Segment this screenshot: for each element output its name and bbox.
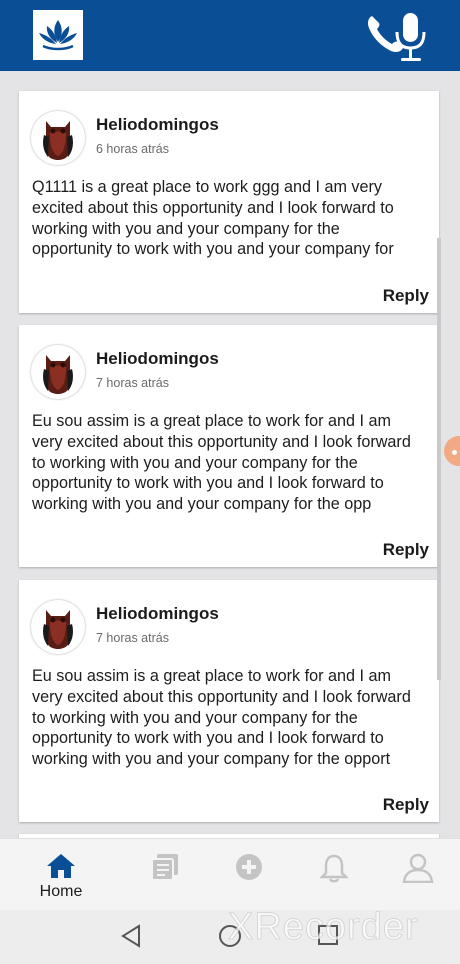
app-logo[interactable] [33, 10, 83, 60]
comment-text: Eu sou assim is a great place to work fo… [32, 412, 411, 514]
profile-icon [402, 853, 434, 883]
recorder-watermark: XRecorder [228, 906, 419, 949]
voice-call-button[interactable] [365, 10, 430, 64]
add-icon [236, 854, 262, 880]
bottom-navigation: Home [0, 838, 460, 910]
author-name[interactable]: Heliodomingos [96, 115, 219, 135]
post-time: 7 horas atrás [96, 631, 169, 645]
back-icon[interactable] [120, 924, 142, 948]
nav-home[interactable]: Home [31, 853, 91, 901]
post-time: 7 horas atrás [96, 376, 169, 390]
reply-button[interactable]: Reply [383, 540, 429, 560]
owl-avatar-icon [43, 355, 73, 394]
avatar[interactable] [31, 111, 85, 165]
comment-card: Heliodomingos 7 horas atrás Eu sou assim… [19, 580, 439, 822]
phone-mic-icon [368, 13, 426, 61]
comments-feed[interactable]: Heliodomingos 6 horas atrás Q1111 is a g… [0, 71, 460, 838]
reply-button[interactable]: Reply [383, 795, 429, 815]
bell-icon [320, 854, 348, 883]
app-header [0, 0, 460, 71]
comment-text: Eu sou assim is a great place to work fo… [32, 667, 411, 769]
nav-notifications[interactable] [304, 853, 364, 883]
posts-icon [151, 854, 178, 881]
author-name[interactable]: Heliodomingos [96, 349, 219, 369]
nav-home-label: Home [39, 883, 83, 900]
post-time: 6 horas atrás [96, 142, 169, 156]
comment-card: Heliodomingos 6 horas atrás Q1111 is a g… [19, 91, 439, 313]
home-icon [47, 854, 75, 878]
comment-card: Heliodomingos 7 horas atrás Eu sou assim… [19, 325, 439, 567]
owl-avatar-icon [43, 121, 73, 160]
nav-profile[interactable] [388, 853, 448, 883]
comment-text: Q1111 is a great place to work ggg and I… [32, 178, 394, 259]
author-name[interactable]: Heliodomingos [96, 604, 219, 624]
avatar[interactable] [31, 600, 85, 654]
avatar[interactable] [31, 345, 85, 399]
nav-add[interactable] [219, 853, 279, 881]
nav-posts[interactable] [135, 853, 195, 881]
reply-button[interactable]: Reply [383, 286, 429, 306]
owl-avatar-icon [43, 610, 73, 649]
scrollbar[interactable] [437, 238, 441, 680]
lotus-icon [39, 20, 77, 51]
